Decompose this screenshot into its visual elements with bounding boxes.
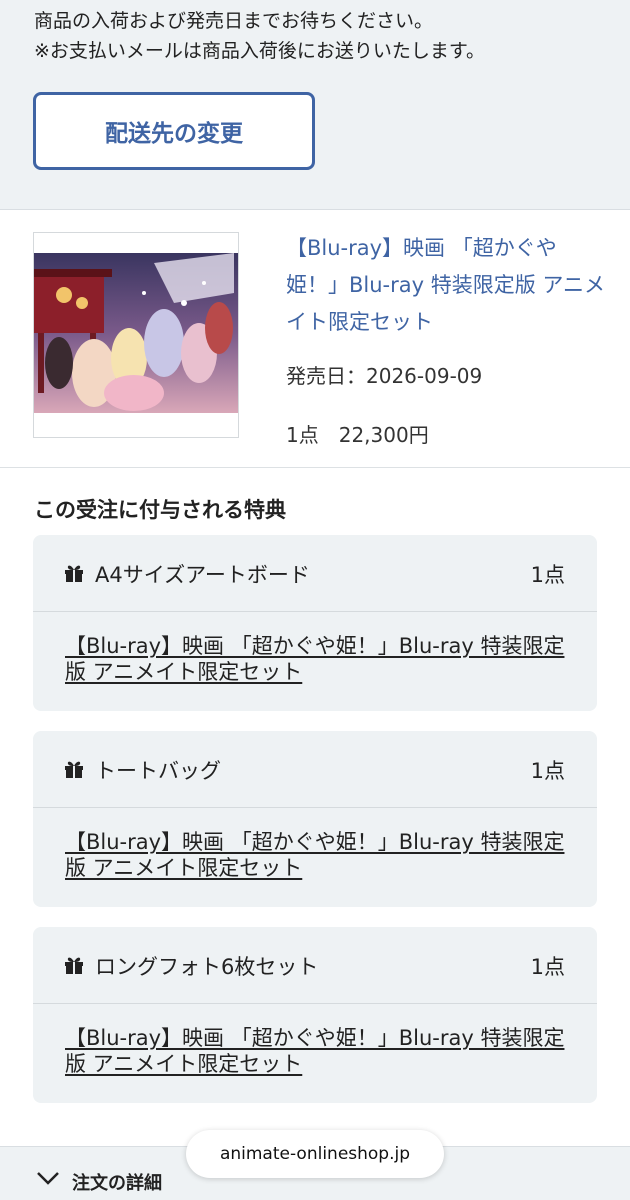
bonus-heading: この受注に付与される特典	[34, 498, 286, 522]
product-image[interactable]	[33, 232, 239, 438]
order-details-label: 注文の詳細	[72, 1173, 162, 1194]
notice-text: 商品の入荷および発売日までお待ちください。 ※お支払いメールは商品入荷後にお送り…	[34, 6, 624, 66]
chevron-down-icon	[37, 1172, 59, 1185]
notice-line-1: 商品の入荷および発売日までお待ちください。	[34, 10, 434, 32]
bonus-product-link[interactable]: 【Blu-ray】映画 「超かぐや姫！」Blu-ray 特装限定版 アニメイト限…	[65, 633, 565, 685]
bonus-qty: 1点	[530, 759, 565, 783]
order-content: 【Blu-ray】映画 「超かぐや姫！」Blu-ray 特装限定版 アニメイト限…	[0, 210, 630, 1146]
bonus-card: A4サイズアートボード 1点 【Blu-ray】映画 「超かぐや姫！」Blu-r…	[33, 535, 597, 711]
change-address-button[interactable]: 配送先の変更	[33, 92, 315, 170]
bonus-card-header: A4サイズアートボード 1点	[33, 535, 597, 612]
notice-line-2: ※お支払いメールは商品入荷後にお送りいたします。	[34, 40, 486, 62]
bonus-card: トートバッグ 1点 【Blu-ray】映画 「超かぐや姫！」Blu-ray 特装…	[33, 731, 597, 907]
bonus-name: A4サイズアートボード	[95, 563, 310, 587]
bonus-qty: 1点	[530, 563, 565, 587]
bonus-name: トートバッグ	[95, 759, 221, 783]
bonus-product-link[interactable]: 【Blu-ray】映画 「超かぐや姫！」Blu-ray 特装限定版 アニメイト限…	[65, 829, 565, 881]
gift-icon	[65, 565, 83, 582]
bonus-card-header: トートバッグ 1点	[33, 731, 597, 808]
product-artwork	[34, 253, 238, 413]
shipping-notice: 商品の入荷および発売日までお待ちください。 ※お支払いメールは商品入荷後にお送り…	[0, 0, 630, 210]
product-title-link[interactable]: 【Blu-ray】映画 「超かぐや姫！」Blu-ray 特装限定版 アニメイト限…	[286, 230, 606, 341]
gift-icon	[65, 957, 83, 974]
bonus-product-link[interactable]: 【Blu-ray】映画 「超かぐや姫！」Blu-ray 特装限定版 アニメイト限…	[65, 1025, 565, 1077]
product-item: 【Blu-ray】映画 「超かぐや姫！」Blu-ray 特装限定版 アニメイト限…	[0, 210, 630, 468]
quantity-price: 1点 22,300円	[286, 423, 429, 447]
release-date: 発売日：2026-09-09	[286, 364, 483, 388]
bonus-qty: 1点	[530, 955, 565, 979]
bonus-card: ロングフォト6枚セット 1点 【Blu-ray】映画 「超かぐや姫！」Blu-r…	[33, 927, 597, 1103]
bonus-card-header: ロングフォト6枚セット 1点	[33, 927, 597, 1004]
bonus-name: ロングフォト6枚セット	[95, 955, 319, 979]
browser-url-bar[interactable]: animate-onlineshop.jp	[186, 1130, 444, 1178]
gift-icon	[65, 761, 83, 778]
